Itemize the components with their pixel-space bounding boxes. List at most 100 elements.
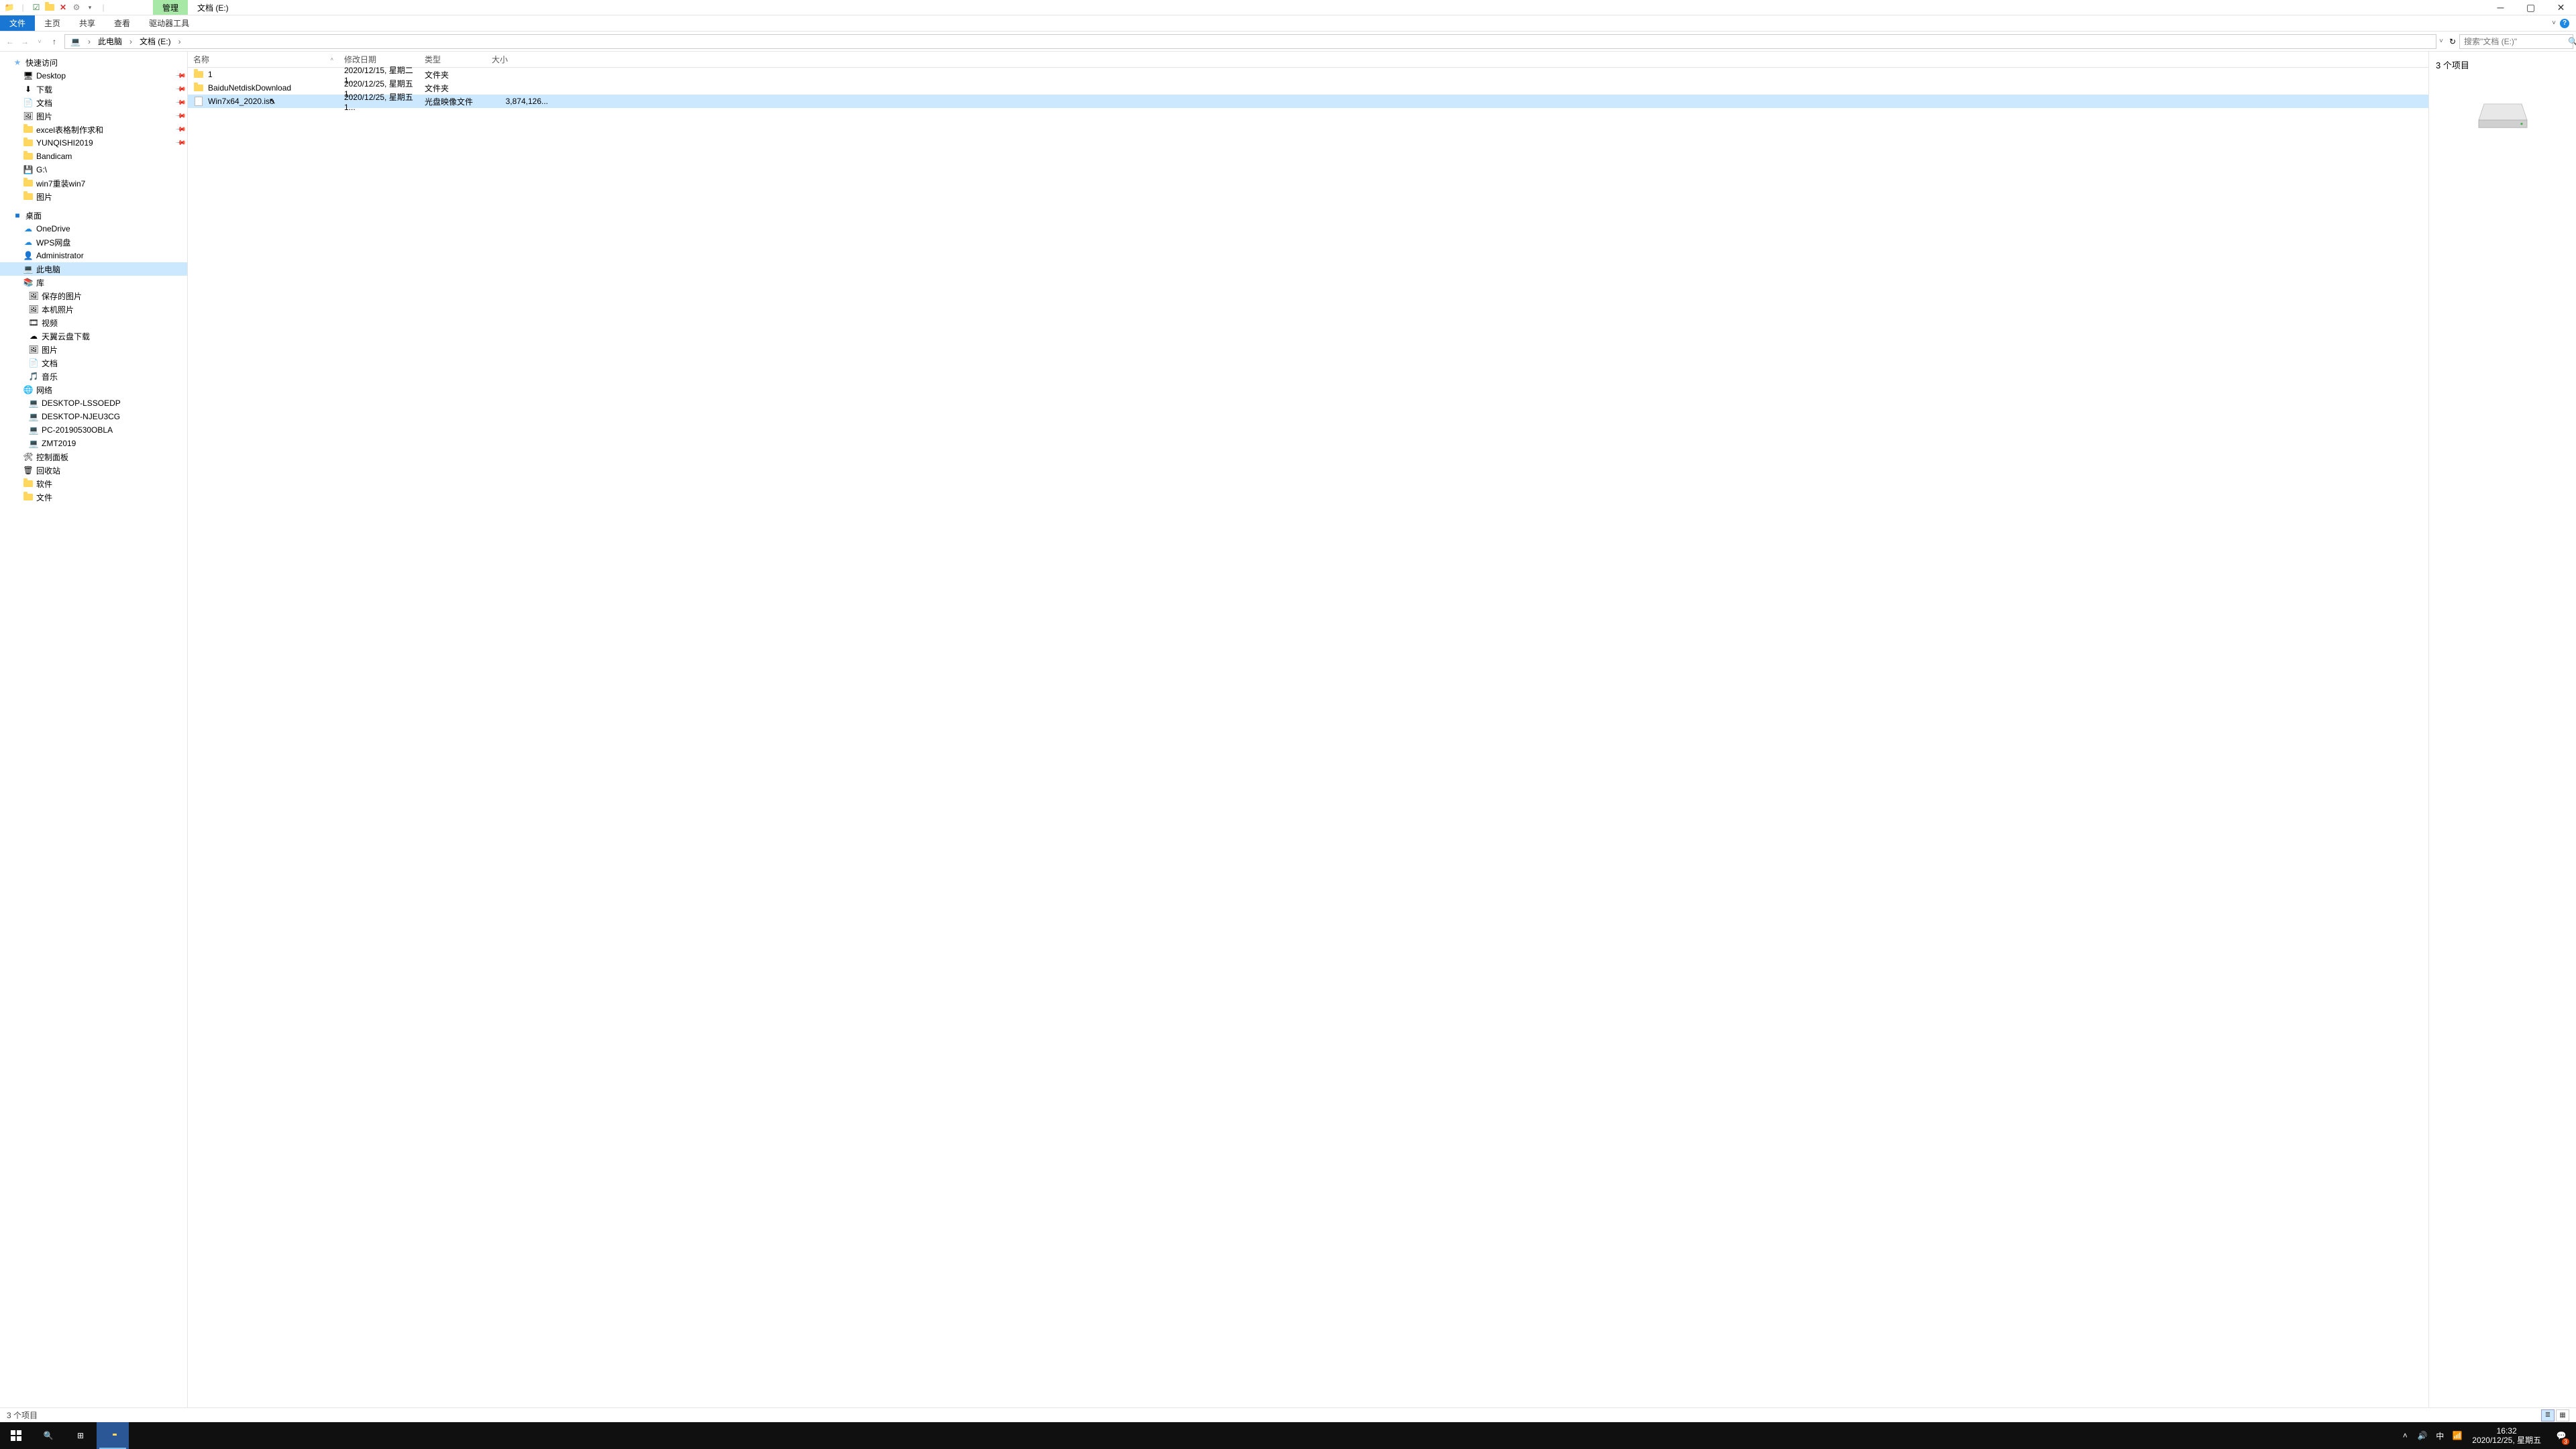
- task-explorer[interactable]: [97, 1422, 129, 1449]
- nav-label: DESKTOP-LSSOEDP: [42, 398, 121, 408]
- column-size[interactable]: 大小: [486, 52, 553, 67]
- tab-file[interactable]: 文件: [0, 15, 35, 31]
- nav-music[interactable]: 🎵音乐: [0, 370, 187, 383]
- pin-icon: 📌: [174, 138, 186, 149]
- drive-icon: [2476, 98, 2530, 131]
- file-list[interactable]: 名称˄ 修改日期 类型 大小 1 2020/12/15, 星期二 1... 文件…: [188, 52, 2428, 1407]
- folder-qat-icon[interactable]: [44, 2, 55, 13]
- tab-view[interactable]: 查看: [105, 15, 140, 31]
- settings-icon[interactable]: ⚙: [71, 2, 82, 13]
- maximize-button[interactable]: ▢: [2516, 0, 2546, 15]
- file-row[interactable]: 1 2020/12/15, 星期二 1... 文件夹: [188, 68, 2428, 81]
- delete-icon[interactable]: ✕: [58, 2, 68, 13]
- icons-view-button[interactable]: ▦: [2556, 1409, 2569, 1421]
- chevron-right-icon[interactable]: ›: [86, 37, 93, 46]
- nav-label: 文件: [36, 492, 52, 503]
- details-view-button[interactable]: ≣: [2541, 1409, 2555, 1421]
- nav-quick-access[interactable]: ★快速访问: [0, 56, 187, 69]
- nav-pictures[interactable]: 🖼图片📌: [0, 109, 187, 123]
- tab-drive-tools[interactable]: 驱动器工具: [140, 15, 199, 31]
- status-item-count: 3 个项目: [7, 1409, 38, 1421]
- tab-share[interactable]: 共享: [70, 15, 105, 31]
- nav-net1[interactable]: 💻DESKTOP-LSSOEDP: [0, 396, 187, 410]
- back-button[interactable]: ←: [3, 34, 17, 49]
- nav-desktop-zh[interactable]: ■桌面: [0, 209, 187, 222]
- history-dropdown-icon[interactable]: ˅: [32, 34, 47, 49]
- search-box[interactable]: 🔍: [2459, 34, 2573, 49]
- chevron-right-icon[interactable]: ›: [176, 37, 183, 46]
- nav-saved-pics[interactable]: 🖼保存的图片: [0, 289, 187, 303]
- notification-button[interactable]: 💬 3: [2549, 1422, 2573, 1449]
- address-dropdown-icon[interactable]: ˅: [2439, 38, 2443, 45]
- file-size: 3,874,126...: [486, 97, 553, 106]
- nav-lib-pictures[interactable]: 🖼图片: [0, 343, 187, 356]
- nav-files[interactable]: 文件: [0, 490, 187, 504]
- pc-icon: 💻: [28, 438, 39, 449]
- nav-excel[interactable]: excel表格制作求和📌: [0, 123, 187, 136]
- file-row[interactable]: Win7x64_2020.iso↖ 2020/12/25, 星期五 1... 光…: [188, 95, 2428, 108]
- taskbar[interactable]: 🔍 ⊞ ˄ 🔊 中 📶 16:32 2020/12/25, 星期五 💬 3: [0, 1422, 2576, 1449]
- file-row[interactable]: BaiduNetdiskDownload 2020/12/25, 星期五 1..…: [188, 81, 2428, 95]
- nav-bandicam[interactable]: Bandicam: [0, 150, 187, 163]
- nav-network[interactable]: 🌐网络: [0, 383, 187, 396]
- nav-this-pc[interactable]: 💻此电脑: [0, 262, 187, 276]
- minimize-button[interactable]: ─: [2485, 0, 2516, 15]
- forward-button[interactable]: →: [17, 34, 32, 49]
- navigation-pane[interactable]: ★快速访问 🖥Desktop📌 ⬇下载📌 📄文档📌 🖼图片📌 excel表格制作…: [0, 52, 188, 1407]
- folder-icon: [23, 492, 34, 502]
- close-button[interactable]: ✕: [2546, 0, 2576, 15]
- search-input[interactable]: [2464, 37, 2568, 46]
- nav-onedrive[interactable]: ☁OneDrive: [0, 222, 187, 235]
- breadcrumb[interactable]: 💻 › 此电脑 › 文档 (E:) ›: [64, 34, 2436, 49]
- collapse-ribbon-icon[interactable]: ˅: [2552, 19, 2556, 27]
- help-icon[interactable]: ?: [2560, 19, 2569, 28]
- up-button[interactable]: ↑: [47, 34, 62, 49]
- search-button[interactable]: 🔍: [32, 1422, 64, 1449]
- network-icon[interactable]: 📶: [2451, 1431, 2464, 1440]
- nav-net2[interactable]: 💻DESKTOP-NJEU3CG: [0, 410, 187, 423]
- nav-video[interactable]: 🎞视频: [0, 316, 187, 329]
- checkbox-icon[interactable]: ☑: [31, 2, 42, 13]
- breadcrumb-drive[interactable]: 文档 (E:): [137, 36, 174, 47]
- chevron-right-icon[interactable]: ›: [127, 37, 134, 46]
- nav-tianyi[interactable]: ☁天翼云盘下载: [0, 329, 187, 343]
- task-view-button[interactable]: ⊞: [64, 1422, 97, 1449]
- pin-icon: 📌: [174, 97, 186, 109]
- search-icon[interactable]: 🔍: [2568, 37, 2576, 46]
- nav-recycle-bin[interactable]: 🗑回收站: [0, 464, 187, 477]
- nav-pictures-zh[interactable]: 图片: [0, 190, 187, 203]
- nav-label: PC-20190530OBLA: [42, 425, 113, 435]
- breadcrumb-this-pc[interactable]: 此电脑: [95, 36, 125, 47]
- nav-documents[interactable]: 📄文档📌: [0, 96, 187, 109]
- nav-local-photos[interactable]: 🖼本机照片: [0, 303, 187, 316]
- tab-home[interactable]: 主页: [35, 15, 70, 31]
- nav-win7[interactable]: win7重装win7: [0, 176, 187, 190]
- nav-net3[interactable]: 💻PC-20190530OBLA: [0, 423, 187, 437]
- pc-icon[interactable]: 💻: [68, 37, 83, 46]
- tab-manage[interactable]: 管理: [153, 0, 188, 15]
- start-button[interactable]: [0, 1422, 32, 1449]
- qat-dropdown-icon[interactable]: ▾: [85, 2, 95, 13]
- nav-label: 天翼云盘下载: [42, 331, 90, 342]
- nav-gdrive[interactable]: 💾G:\: [0, 163, 187, 176]
- nav-software[interactable]: 软件: [0, 477, 187, 490]
- nav-downloads[interactable]: ⬇下载📌: [0, 83, 187, 96]
- nav-control-panel[interactable]: 🛠控制面板: [0, 450, 187, 464]
- file-date: 2020/12/25, 星期五 1...: [339, 91, 419, 112]
- nav-wps[interactable]: ☁WPS网盘: [0, 235, 187, 249]
- column-type[interactable]: 类型: [419, 52, 486, 67]
- taskbar-clock[interactable]: 16:32 2020/12/25, 星期五: [2468, 1426, 2545, 1446]
- download-icon: ⬇: [23, 84, 34, 95]
- nav-administrator[interactable]: 👤Administrator: [0, 249, 187, 262]
- nav-library[interactable]: 📚库: [0, 276, 187, 289]
- quick-access-toolbar: 📁 | ☑ ✕ ⚙ ▾ |: [0, 2, 113, 13]
- nav-net4[interactable]: 💻ZMT2019: [0, 437, 187, 450]
- column-name[interactable]: 名称˄: [188, 52, 339, 67]
- ime-icon[interactable]: 中: [2433, 1430, 2447, 1442]
- nav-desktop[interactable]: 🖥Desktop📌: [0, 69, 187, 83]
- volume-icon[interactable]: 🔊: [2416, 1431, 2429, 1440]
- nav-yunqishi[interactable]: YUNQISHI2019📌: [0, 136, 187, 150]
- nav-lib-docs[interactable]: 📄文档: [0, 356, 187, 370]
- tray-overflow-icon[interactable]: ˄: [2398, 1431, 2412, 1440]
- refresh-button[interactable]: ↻: [2446, 35, 2459, 48]
